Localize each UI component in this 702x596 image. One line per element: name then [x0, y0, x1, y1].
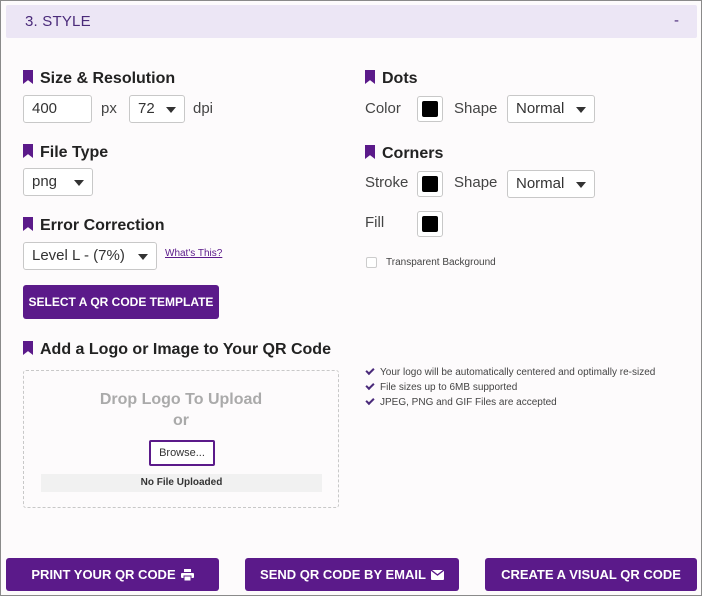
create-visual-qr-button[interactable]: CREATE A VISUAL QR CODE — [485, 558, 697, 591]
corners-fill-swatch — [422, 216, 438, 232]
file-status: No File Uploaded — [41, 474, 322, 492]
transparent-background-label: Transparent Background — [386, 257, 496, 268]
logo-heading-text: Add a Logo or Image to Your QR Code — [40, 341, 331, 358]
error-correction-select-value: Level L - (7%) — [32, 247, 125, 264]
send-email-button-label: SEND QR CODE BY EMAIL — [260, 567, 426, 582]
transparent-background-checkbox[interactable] — [366, 257, 377, 268]
bookmark-icon — [23, 217, 33, 231]
drop-or: or — [173, 412, 189, 429]
corners-shape-select-value: Normal — [516, 175, 565, 192]
check-icon — [365, 380, 375, 391]
chevron-down-icon — [166, 107, 176, 113]
dots-shape-label: Shape — [454, 100, 498, 117]
dots-heading-text: Dots — [382, 70, 418, 87]
dots-shape-select-value: Normal — [516, 100, 565, 117]
dpi-unit-label: dpi — [193, 100, 214, 117]
send-email-button[interactable]: SEND QR CODE BY EMAIL — [245, 558, 459, 591]
section-title: 3. STYLE — [25, 13, 91, 30]
logo-note: Your logo will be automatically centered… — [365, 365, 656, 378]
dots-color-swatch — [422, 101, 438, 117]
select-template-button[interactable]: SELECT A QR CODE TEMPLATE — [23, 285, 219, 319]
chevron-down-icon — [576, 182, 586, 188]
envelope-icon — [430, 569, 444, 580]
browse-button[interactable]: Browse... — [149, 440, 215, 466]
dots-heading: Dots — [365, 70, 418, 88]
corners-shape-select[interactable]: Normal — [507, 170, 595, 198]
whats-this-link[interactable]: What's This? — [165, 248, 222, 259]
corners-fill-label: Fill — [365, 214, 385, 231]
dots-color-label: Color — [365, 100, 401, 117]
error-correction-heading-text: Error Correction — [40, 217, 165, 234]
dots-color-picker[interactable] — [417, 96, 443, 122]
error-correction-heading: Error Correction — [23, 217, 164, 235]
collapse-button[interactable]: - — [674, 12, 679, 29]
bookmark-icon — [365, 145, 375, 159]
print-qr-button-label: PRINT YOUR QR CODE — [31, 567, 176, 582]
check-icon — [365, 365, 375, 376]
error-correction-select[interactable]: Level L - (7%) — [23, 242, 157, 270]
dpi-select-value: 72 — [138, 100, 155, 117]
section-header[interactable]: 3. STYLE - — [6, 5, 697, 38]
file-type-heading: File Type — [23, 144, 108, 162]
dots-shape-select[interactable]: Normal — [507, 95, 595, 123]
logo-note-text: Your logo will be automatically centered… — [380, 367, 656, 378]
logo-dropzone[interactable]: Drop Logo To Upload or Browse... No File… — [23, 370, 339, 508]
print-qr-button[interactable]: PRINT YOUR QR CODE — [6, 558, 219, 591]
drop-title: Drop Logo To Upload — [99, 391, 263, 408]
check-icon — [365, 395, 375, 406]
file-type-heading-text: File Type — [40, 144, 109, 161]
logo-note-text: JPEG, PNG and GIF Files are accepted — [380, 397, 557, 408]
corners-stroke-swatch — [422, 176, 438, 192]
printer-icon — [180, 568, 194, 581]
corners-heading-text: Corners — [382, 145, 444, 162]
chevron-down-icon — [138, 254, 148, 260]
size-resolution-heading-text: Size & Resolution — [40, 70, 176, 87]
corners-shape-label: Shape — [454, 174, 498, 191]
bookmark-icon — [23, 144, 33, 158]
logo-note-text: File sizes up to 6MB supported — [380, 382, 518, 393]
logo-note: File sizes up to 6MB supported — [365, 380, 518, 393]
dpi-select[interactable]: 72 — [129, 95, 185, 123]
file-type-select-value: png — [32, 173, 58, 190]
style-panel: 3. STYLE - Size & Resolution 400 px 72 d… — [0, 0, 702, 596]
bookmark-icon — [23, 70, 33, 84]
corners-stroke-label: Stroke — [365, 174, 409, 191]
file-type-select[interactable]: png — [23, 168, 93, 196]
logo-heading: Add a Logo or Image to Your QR Code — [23, 341, 331, 359]
logo-note: JPEG, PNG and GIF Files are accepted — [365, 395, 557, 408]
select-template-button-label: SELECT A QR CODE TEMPLATE — [28, 295, 214, 309]
corners-fill-color-picker[interactable] — [417, 211, 443, 237]
corners-stroke-color-picker[interactable] — [417, 171, 443, 197]
size-unit-label: px — [101, 100, 117, 117]
create-visual-qr-button-label: CREATE A VISUAL QR CODE — [501, 567, 681, 582]
size-resolution-heading: Size & Resolution — [23, 70, 175, 88]
bookmark-icon — [23, 341, 33, 355]
size-input[interactable]: 400 — [23, 95, 92, 123]
chevron-down-icon — [576, 107, 586, 113]
chevron-down-icon — [74, 180, 84, 186]
corners-heading: Corners — [365, 145, 443, 163]
bookmark-icon — [365, 70, 375, 84]
